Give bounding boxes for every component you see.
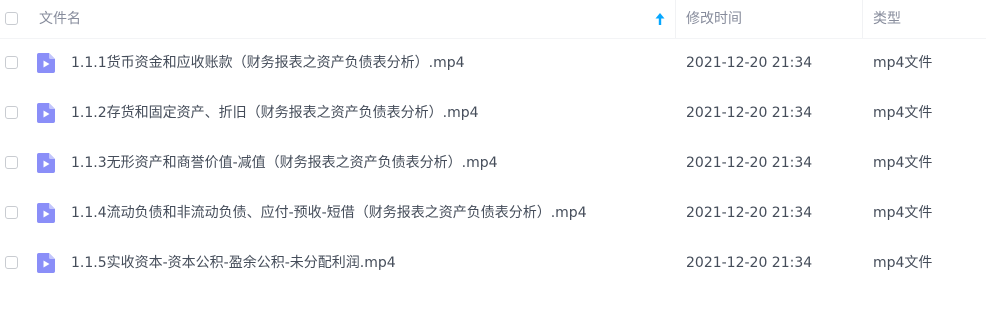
select-all-checkbox[interactable] [5, 12, 18, 25]
table-header: 文件名 修改时间 类型 [0, 0, 986, 39]
file-list: 文件名 修改时间 类型 1.1.1货币资金和应收账款（财务报表之资产负债表分析）… [0, 0, 986, 325]
file-modified-time: 2021-12-20 21:34 [686, 55, 813, 71]
file-row[interactable]: 1.1.3无形资产和商誉价值-减值（财务报表之资产负债表分析）.mp4 2021… [0, 138, 986, 188]
video-file-icon [37, 153, 55, 173]
file-modified-time: 2021-12-20 21:34 [686, 255, 813, 271]
column-divider[interactable] [862, 0, 863, 38]
file-name[interactable]: 1.1.3无形资产和商誉价值-减值（财务报表之资产负债表分析）.mp4 [71, 152, 498, 174]
file-type: mp4文件 [873, 255, 933, 271]
file-modified-time: 2021-12-20 21:34 [686, 205, 813, 221]
file-type: mp4文件 [873, 205, 933, 221]
row-checkbox[interactable] [5, 206, 18, 219]
file-name[interactable]: 1.1.4流动负债和非流动负债、应付-预收-短借（财务报表之资产负债表分析）.m… [71, 202, 587, 224]
file-row[interactable]: 1.1.1货币资金和应收账款（财务报表之资产负债表分析）.mp4 2021-12… [0, 38, 986, 88]
file-name[interactable]: 1.1.5实收资本-资本公积-盈余公积-未分配利润.mp4 [71, 252, 396, 274]
video-file-icon [37, 253, 55, 273]
file-name[interactable]: 1.1.1货币资金和应收账款（财务报表之资产负债表分析）.mp4 [71, 52, 465, 74]
file-modified-time: 2021-12-20 21:34 [686, 105, 813, 121]
file-row[interactable]: 1.1.4流动负债和非流动负债、应付-预收-短借（财务报表之资产负债表分析）.m… [0, 188, 986, 238]
video-file-icon [37, 203, 55, 223]
file-row[interactable]: 1.1.5实收资本-资本公积-盈余公积-未分配利润.mp4 2021-12-20… [0, 238, 986, 288]
file-type: mp4文件 [873, 105, 933, 121]
column-header-time[interactable]: 修改时间 [686, 9, 742, 29]
row-checkbox[interactable] [5, 256, 18, 269]
row-checkbox[interactable] [5, 106, 18, 119]
file-row[interactable]: 1.1.2存货和固定资产、折旧（财务报表之资产负债表分析）.mp4 2021-1… [0, 88, 986, 138]
file-type: mp4文件 [873, 55, 933, 71]
video-file-icon [37, 53, 55, 73]
file-name[interactable]: 1.1.2存货和固定资产、折旧（财务报表之资产负债表分析）.mp4 [71, 102, 479, 124]
file-type: mp4文件 [873, 155, 933, 171]
column-divider[interactable] [675, 0, 676, 38]
column-header-type[interactable]: 类型 [873, 9, 901, 29]
sort-ascending-icon[interactable] [654, 11, 666, 27]
column-header-name[interactable]: 文件名 [39, 9, 81, 29]
video-file-icon [37, 103, 55, 123]
file-modified-time: 2021-12-20 21:34 [686, 155, 813, 171]
row-checkbox[interactable] [5, 156, 18, 169]
row-checkbox[interactable] [5, 56, 18, 69]
